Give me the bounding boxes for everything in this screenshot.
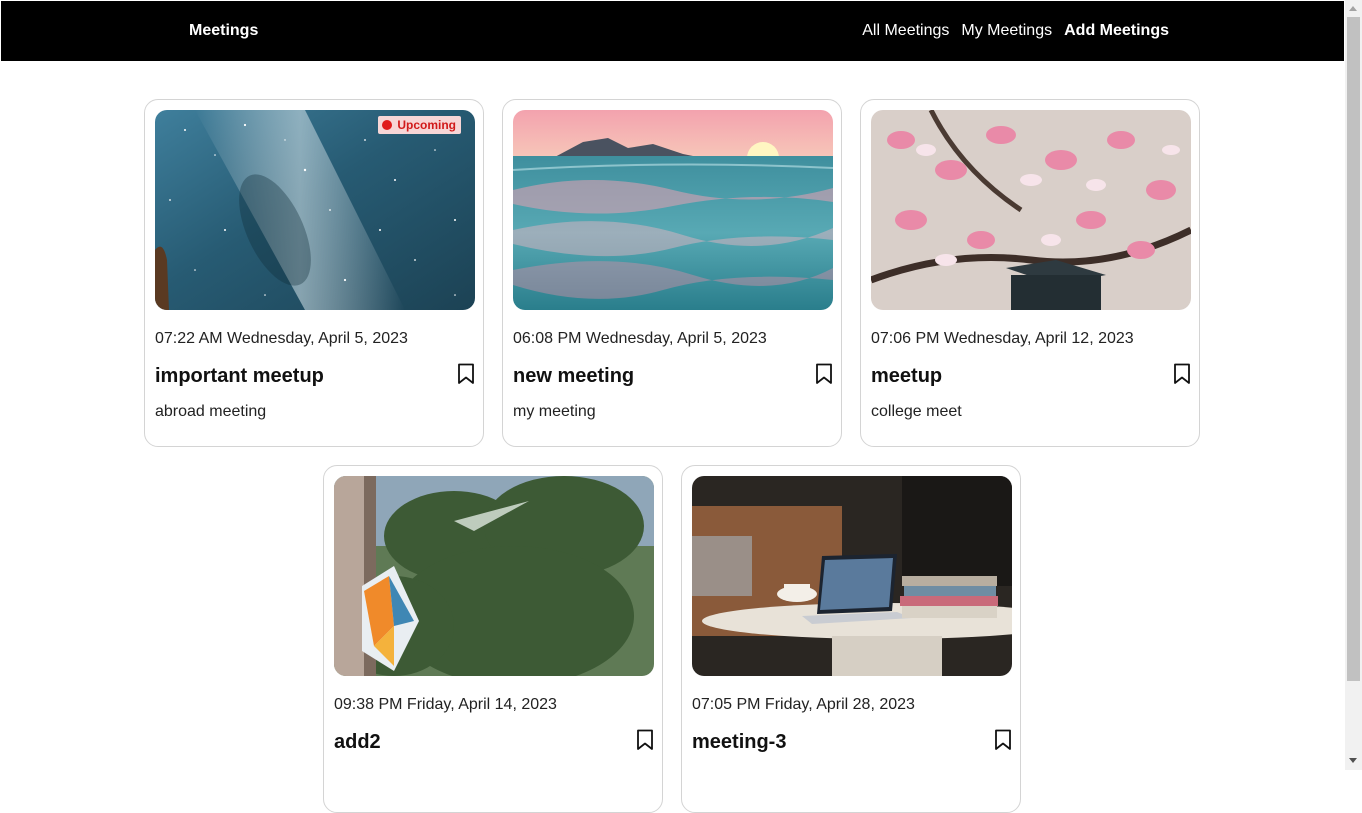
- meeting-description: my meeting: [513, 403, 596, 420]
- meeting-description: abroad meeting: [155, 403, 267, 420]
- scroll-down-arrow-icon[interactable]: [1349, 758, 1357, 763]
- scrollbar-thumb[interactable]: [1347, 17, 1360, 681]
- meeting-description: college meet: [871, 403, 962, 420]
- nav-my-meetings[interactable]: My Meetings: [961, 22, 1052, 40]
- meeting-image-ocean: [513, 110, 833, 310]
- meeting-card[interactable]: Upcoming 07:22 AM Wednesday, April 5, 20…: [144, 99, 484, 447]
- meeting-title[interactable]: meeting-3: [692, 731, 786, 753]
- meeting-image-night-sky: Upcoming: [155, 110, 475, 310]
- scroll-up-arrow-icon[interactable]: [1349, 6, 1357, 11]
- brand-title[interactable]: Meetings: [189, 22, 258, 40]
- bookmark-icon[interactable]: [815, 363, 833, 385]
- nav-all-meetings[interactable]: All Meetings: [862, 22, 949, 40]
- upcoming-badge: Upcoming: [378, 116, 461, 134]
- badge-label: Upcoming: [397, 118, 456, 132]
- bookmark-icon[interactable]: [994, 729, 1012, 751]
- meeting-title[interactable]: important meetup: [155, 365, 324, 387]
- meeting-card[interactable]: 07:05 PM Friday, April 28, 2023 meeting-…: [681, 465, 1021, 813]
- meeting-card[interactable]: 06:08 PM Wednesday, April 5, 2023 new me…: [502, 99, 842, 447]
- nav-add-meetings[interactable]: Add Meetings: [1064, 22, 1169, 40]
- meeting-title[interactable]: add2: [334, 731, 381, 753]
- meeting-image-laptop: [692, 476, 1012, 676]
- meeting-title[interactable]: new meeting: [513, 365, 634, 387]
- meeting-datetime: 07:05 PM Friday, April 28, 2023: [692, 696, 915, 713]
- status-dot-icon: [382, 120, 393, 130]
- top-navbar: Meetings All Meetings My Meetings Add Me…: [1, 1, 1344, 61]
- meeting-card[interactable]: 07:06 PM Wednesday, April 12, 2023 meetu…: [860, 99, 1200, 447]
- bookmark-icon[interactable]: [636, 729, 654, 751]
- nav-links: All Meetings My Meetings Add Meetings: [862, 22, 1169, 40]
- meeting-title[interactable]: meetup: [871, 365, 942, 387]
- meeting-image-kaleidico: [334, 476, 654, 676]
- vertical-scrollbar[interactable]: [1345, 0, 1362, 770]
- bookmark-icon[interactable]: [457, 363, 475, 385]
- meeting-datetime: 07:22 AM Wednesday, April 5, 2023: [155, 330, 408, 347]
- meeting-image-magnolia: [871, 110, 1191, 310]
- meeting-card[interactable]: 09:38 PM Friday, April 14, 2023 add2: [323, 465, 663, 813]
- meeting-datetime: 09:38 PM Friday, April 14, 2023: [334, 696, 557, 713]
- meeting-datetime: 06:08 PM Wednesday, April 5, 2023: [513, 330, 767, 347]
- bookmark-icon[interactable]: [1173, 363, 1191, 385]
- meeting-datetime: 07:06 PM Wednesday, April 12, 2023: [871, 330, 1134, 347]
